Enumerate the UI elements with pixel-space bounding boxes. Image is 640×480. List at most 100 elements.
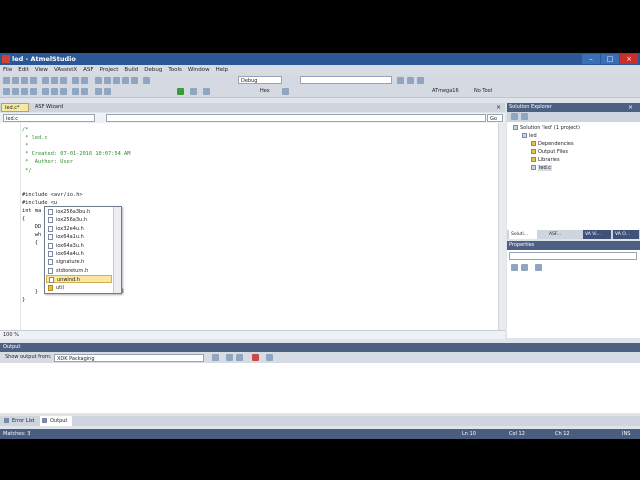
memory-icon[interactable] bbox=[72, 88, 79, 95]
tree-item[interactable]: led.c bbox=[531, 165, 552, 172]
device-programming-icon[interactable] bbox=[3, 88, 10, 95]
intellisense-item[interactable]: unwind.h bbox=[46, 275, 112, 284]
watch-icon[interactable] bbox=[60, 88, 67, 95]
intellisense-item[interactable]: iox64a4u.h bbox=[46, 250, 112, 258]
intellisense-item[interactable]: util bbox=[46, 284, 112, 292]
intellisense-item[interactable]: stdioreturn.h bbox=[46, 267, 112, 275]
zoom-level[interactable]: 100 % bbox=[3, 331, 19, 339]
file-scope-select[interactable]: led.c bbox=[3, 114, 95, 122]
menu-item[interactable]: Edit bbox=[18, 65, 29, 75]
word-wrap-icon[interactable] bbox=[266, 354, 273, 361]
tree-item[interactable]: Solution 'led' (1 project) bbox=[513, 125, 580, 132]
platform-select[interactable] bbox=[300, 76, 392, 84]
menu-item[interactable]: Project bbox=[100, 65, 119, 75]
new-project-icon[interactable] bbox=[3, 77, 10, 84]
menu-item[interactable]: Help bbox=[216, 65, 229, 75]
step-over-icon[interactable] bbox=[21, 88, 28, 95]
prev-message-icon[interactable] bbox=[226, 354, 233, 361]
solution-explorer-close-icon[interactable]: × bbox=[628, 103, 633, 112]
device-selector[interactable]: ATmega16 bbox=[432, 87, 459, 96]
properties-object-select[interactable] bbox=[509, 252, 637, 260]
output-source-select[interactable]: XDK Packaging bbox=[54, 354, 204, 362]
breakpoint-icon[interactable] bbox=[42, 88, 49, 95]
cut-icon[interactable] bbox=[42, 77, 49, 84]
tab-asf-wizard[interactable]: ASF Wizard bbox=[32, 103, 68, 112]
solution-explorer-icon[interactable] bbox=[407, 77, 414, 84]
symbol-select[interactable] bbox=[106, 114, 486, 122]
close-icon[interactable]: × bbox=[620, 54, 638, 64]
tab-va-view[interactable]: VA Vi... bbox=[583, 230, 611, 239]
tab-led-c[interactable]: led.c* bbox=[1, 103, 29, 112]
device-icon[interactable] bbox=[282, 88, 289, 95]
processor-icon[interactable] bbox=[104, 88, 111, 95]
paste-icon[interactable] bbox=[60, 77, 67, 84]
go-button[interactable]: Go bbox=[487, 114, 503, 122]
menu-item[interactable]: Tools bbox=[168, 65, 182, 75]
registers-icon[interactable] bbox=[81, 88, 88, 95]
stop-icon[interactable] bbox=[131, 77, 138, 84]
save-all-icon[interactable] bbox=[30, 77, 37, 84]
build-icon[interactable] bbox=[95, 77, 102, 84]
code-line: { bbox=[22, 240, 38, 247]
copy-icon[interactable] bbox=[51, 77, 58, 84]
menu-item[interactable]: Build bbox=[124, 65, 138, 75]
maximize-icon[interactable]: □ bbox=[601, 54, 619, 64]
continue-icon[interactable] bbox=[190, 88, 197, 95]
tab-error-list[interactable]: Error List bbox=[2, 416, 38, 426]
tree-item[interactable]: Libraries bbox=[531, 157, 560, 164]
disassembly-icon[interactable] bbox=[51, 88, 58, 95]
menu-item[interactable]: View bbox=[35, 65, 48, 75]
menu-item[interactable]: File bbox=[3, 65, 12, 75]
find-icon[interactable] bbox=[143, 77, 150, 84]
intellisense-item[interactable]: signature.h bbox=[46, 258, 112, 266]
editor-vertical-scrollbar[interactable] bbox=[498, 123, 506, 330]
close-document-icon[interactable]: × bbox=[496, 104, 501, 111]
configuration-select[interactable]: Debug bbox=[238, 76, 282, 84]
categorized-icon[interactable] bbox=[511, 264, 518, 271]
intellisense-item[interactable]: iox64a1u.h bbox=[46, 233, 112, 241]
find-in-files-icon[interactable] bbox=[397, 77, 404, 84]
next-message-icon[interactable] bbox=[236, 354, 243, 361]
menu-item[interactable]: ASF bbox=[83, 65, 93, 75]
refresh-icon[interactable] bbox=[521, 113, 528, 120]
intellisense-list[interactable]: iox256a3bu.h iox256a3u.h iox32e4u.h iox64a1… bbox=[44, 206, 122, 294]
tab-asf-explorer[interactable]: ASF... bbox=[547, 230, 571, 239]
clear-all-icon[interactable] bbox=[252, 354, 259, 361]
sync-icon[interactable] bbox=[511, 113, 518, 120]
editor-horizontal-scrollbar[interactable]: 100 % bbox=[0, 330, 505, 339]
io-view-icon[interactable] bbox=[95, 88, 102, 95]
tool-selector[interactable]: No Tool bbox=[474, 87, 492, 96]
step-into-icon[interactable] bbox=[12, 88, 19, 95]
minimize-icon[interactable]: – bbox=[582, 54, 600, 64]
menu-item[interactable]: VAssistX bbox=[54, 65, 77, 75]
pause-icon[interactable] bbox=[122, 77, 129, 84]
start-debug-icon[interactable] bbox=[113, 77, 120, 84]
tab-va-outline[interactable]: VA O... bbox=[613, 230, 639, 239]
open-icon[interactable] bbox=[12, 77, 19, 84]
rebuild-icon[interactable] bbox=[104, 77, 111, 84]
alphabetical-icon[interactable] bbox=[521, 264, 528, 271]
tab-output[interactable]: Output bbox=[40, 416, 72, 426]
find-message-icon[interactable] bbox=[212, 354, 219, 361]
tree-item[interactable]: Dependencies bbox=[531, 141, 574, 148]
redo-icon[interactable] bbox=[81, 77, 88, 84]
step-out-icon[interactable] bbox=[30, 88, 37, 95]
tab-solution-explorer[interactable]: Soluti... bbox=[509, 230, 537, 239]
hex-toggle[interactable]: Hex bbox=[260, 87, 270, 96]
intellisense-item[interactable]: iox32e4u.h bbox=[46, 225, 112, 233]
intellisense-scrollbar[interactable] bbox=[113, 207, 121, 293]
property-pages-icon[interactable] bbox=[535, 264, 542, 271]
tree-item[interactable]: led bbox=[522, 133, 537, 140]
menu-item[interactable]: Debug bbox=[144, 65, 162, 75]
output-pane[interactable] bbox=[0, 363, 640, 413]
intellisense-item[interactable]: iox64a3u.h bbox=[46, 242, 112, 250]
tree-item[interactable]: Output Files bbox=[531, 149, 568, 156]
save-icon[interactable] bbox=[21, 77, 28, 84]
undo-icon[interactable] bbox=[72, 77, 79, 84]
properties-icon[interactable] bbox=[417, 77, 424, 84]
run-icon[interactable] bbox=[177, 88, 184, 95]
intellisense-item[interactable]: iox256a3bu.h bbox=[46, 208, 112, 216]
restart-icon[interactable] bbox=[203, 88, 210, 95]
menu-item[interactable]: Window bbox=[188, 65, 210, 75]
intellisense-item[interactable]: iox256a3u.h bbox=[46, 216, 112, 224]
